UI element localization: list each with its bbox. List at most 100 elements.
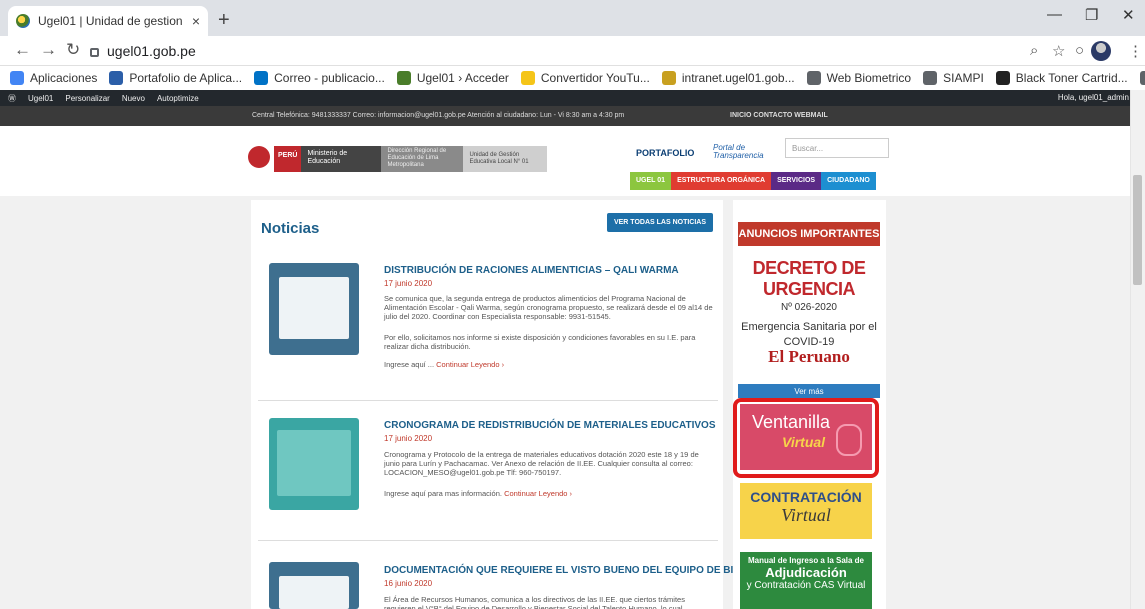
news-section — [251, 200, 723, 609]
bookmark-item[interactable]: SIAMPI — [923, 71, 984, 85]
wp-admin-bar: Ⓦ Ugel01 Personalizar Nuevo Autoptimize Hola… — [0, 90, 1145, 106]
cas-virtual-label: y Contratación CAS Virtual — [746, 580, 866, 591]
news-image-bienestar[interactable] — [269, 562, 359, 609]
new-tab-button[interactable]: + — [218, 9, 230, 32]
bookmark-item[interactable]: Black Toner Cartrid... — [995, 71, 1128, 85]
bookmark-label: Web Biometrico — [826, 71, 912, 85]
decreto-title: DECRETO DE URGENCIA — [752, 258, 866, 299]
bookmark-item[interactable]: Correo - publicacio... — [254, 71, 385, 85]
bookmark-label: SIAMPI — [943, 71, 984, 85]
institution-logos[interactable]: PERÚ Ministerio de Educación Dirección R… — [248, 146, 548, 172]
site-search-input[interactable]: Buscar... — [785, 138, 889, 158]
wpbar-item[interactable]: Autoptimize — [157, 94, 199, 103]
bookmark-item[interactable]: Aplicaciones — [10, 71, 97, 85]
bookmark-icon — [10, 71, 24, 85]
scrollbar[interactable] — [1130, 90, 1145, 609]
news-title[interactable]: DOCUMENTACIÓN QUE REQUIERE EL VISTO BUEN… — [384, 565, 780, 576]
bookmark-icon — [520, 71, 535, 85]
decreto-number: Nº 026-2020 — [781, 302, 837, 313]
contratacion-label: CONTRATACIÓN — [750, 489, 862, 505]
contact-info: Central Telefónica: 9481333337 Correo: i… — [252, 112, 625, 119]
ver-todas-button[interactable]: VER TODAS LAS NOTICIAS — [607, 213, 713, 232]
bookmarks-bar: Aplicaciones Portafolio de Aplica... Corre… — [0, 66, 1145, 90]
tab-ugel01[interactable]: Ugel01 | Unidad de gestion Educ × — [8, 6, 208, 36]
wpbar-item[interactable]: Personalizar — [65, 94, 109, 103]
close-window-icon[interactable]: ✕ — [1122, 6, 1135, 24]
admin-greeting[interactable]: Hola, ugel01_admin — [1058, 93, 1129, 102]
lock-icon — [90, 47, 99, 57]
manual-cas-banner[interactable]: Manual de Ingreso a la Sala de Adjudicac… — [740, 552, 872, 609]
bookmark-item[interactable]: SUP - MCAP — [1139, 71, 1145, 85]
bookmark-label: Aplicaciones — [30, 71, 98, 85]
dre-label: Dirección Regional de Educación de Lima … — [381, 146, 464, 172]
news-title[interactable]: CRONOGRAMA DE REDISTRIBUCIÓN DE MATERIAL… — [384, 420, 716, 431]
ugel-label: Unidad de Gestión Educativa Local N° 01 — [463, 146, 548, 172]
site-header: PERÚ Ministerio de Educación Dirección R… — [0, 126, 1130, 196]
zoom-icon[interactable]: ⌕ — [1030, 42, 1038, 59]
wpbar-item[interactable]: Ugel01 — [28, 94, 53, 103]
news-more-prefix: Ingrese aquí ... — [384, 360, 435, 369]
address-bar[interactable]: ugel01.gob.pe — [90, 39, 1030, 63]
close-tab-icon[interactable]: × — [192, 13, 200, 29]
bookmark-icon — [995, 71, 1010, 85]
bookmark-item[interactable]: Ugel01 › Acceder — [396, 71, 509, 85]
ver-mas-button[interactable]: Ver más — [738, 384, 880, 398]
bookmark-icon — [923, 71, 938, 85]
continuar-leyendo-link[interactable]: Continuar Leyendo › — [436, 360, 504, 369]
news-image-materiales[interactable] — [269, 418, 359, 510]
top-links[interactable]: INICIO CONTACTO WEBMAIL — [730, 112, 828, 119]
main-nav-item[interactable]: CIUDADANO — [821, 172, 876, 190]
main-nav-item[interactable]: ESTRUCTURA ORGÁNICA — [671, 172, 772, 190]
contratacion-virtual-banner[interactable]: CONTRATACIÓN Virtual — [740, 483, 872, 539]
extension-icon[interactable]: ○ — [1075, 42, 1084, 59]
news-body: Por ello, solicitamos nos informe si exi… — [384, 333, 696, 351]
menu-icon[interactable]: ⋮ — [1128, 42, 1143, 60]
tab-title: Ugel01 | Unidad de gestion Educ — [38, 14, 184, 28]
address-toolbar: ← → ↻ ugel01.gob.pe ⌕ ☆ ○ ⋮ — [0, 36, 1145, 66]
ugel-favicon-icon — [16, 14, 30, 28]
wordpress-icon[interactable]: Ⓦ — [8, 93, 16, 104]
news-body: Cronograma y Protocolo de la entrega de … — [384, 450, 699, 477]
adjudicacion-label: Adjudicación — [765, 565, 847, 580]
portafolio-link[interactable]: PORTAFOLIO — [636, 148, 694, 158]
bookmark-icon — [396, 71, 411, 85]
news-title[interactable]: DISTRIBUCIÓN DE RACIONES ALIMENTICIAS – … — [384, 265, 679, 276]
forward-icon[interactable]: → — [40, 40, 57, 60]
bookmark-item[interactable]: intranet.ugel01.gob... — [661, 71, 795, 85]
bookmark-icon — [806, 71, 821, 85]
bookmark-icon — [109, 71, 124, 85]
back-icon[interactable]: ← — [14, 40, 31, 60]
transparencia-link[interactable]: Portal de Transparencia — [713, 144, 773, 160]
bookmark-label: Ugel01 › Acceder — [416, 71, 509, 85]
bookmark-label: Convertidor YouTu... — [540, 71, 650, 85]
main-nav-item[interactable]: UGEL 01 — [630, 172, 672, 190]
contratacion-virtual-label: Virtual — [781, 505, 831, 525]
news-more-prefix: Ingrese aquí para mas información. — [384, 489, 502, 498]
reload-icon[interactable]: ↻ — [66, 40, 80, 60]
bookmark-item[interactable]: Convertidor YouTu... — [520, 71, 650, 85]
main-nav-item[interactable]: SERVICIOS — [771, 172, 822, 190]
el-peruano-logo: El Peruano — [768, 347, 850, 366]
news-date: 17 junio 2020 — [384, 279, 433, 288]
profile-avatar[interactable] — [1091, 41, 1111, 61]
main-nav: UGEL 01 ESTRUCTURA ORGÁNICA SERVICIOS CIUDA… — [630, 172, 876, 190]
news-body: El Área de Recursos Humanos, comunica a … — [384, 595, 685, 609]
continuar-leyendo-link[interactable]: Continuar Leyendo › — [504, 489, 572, 498]
scrollbar-thumb[interactable] — [1133, 175, 1142, 285]
news-body: Se comunica que, la segunda entrega de p… — [384, 294, 713, 321]
news-image-qali-warma[interactable] — [269, 263, 359, 355]
star-icon[interactable]: ☆ — [1052, 42, 1065, 60]
noticias-heading: Noticias — [261, 220, 320, 237]
decreto-banner[interactable]: DECRETO DE URGENCIA Nº 026-2020 Emergenc… — [738, 258, 880, 350]
bookmark-item[interactable]: Web Biometrico — [806, 71, 912, 85]
bookmark-icon — [1139, 71, 1145, 85]
bookmark-label: Portafolio de Aplica... — [129, 71, 243, 85]
bookmark-icon — [661, 71, 676, 85]
anuncios-heading: ANUNCIOS IMPORTANTES — [738, 222, 880, 246]
restore-icon[interactable]: ❐ — [1085, 6, 1098, 24]
bookmark-label: intranet.ugel01.gob... — [681, 71, 795, 85]
wpbar-item[interactable]: Nuevo — [122, 94, 145, 103]
minimize-icon[interactable]: — — [1047, 6, 1062, 23]
bookmark-item[interactable]: Portafolio de Aplica... — [109, 71, 242, 85]
peru-label: PERÚ — [274, 146, 302, 172]
